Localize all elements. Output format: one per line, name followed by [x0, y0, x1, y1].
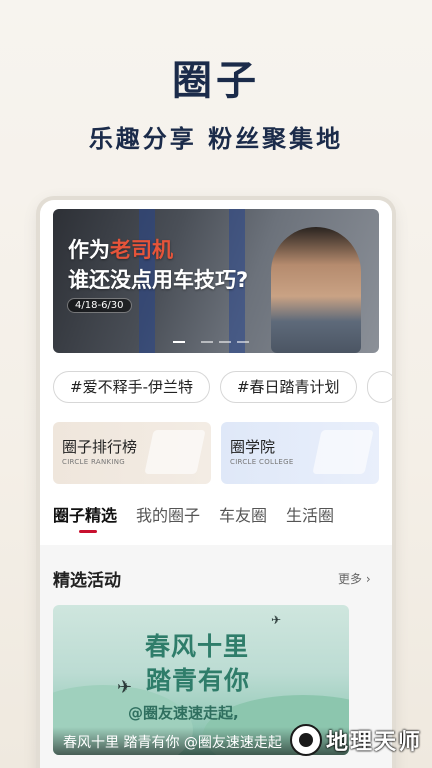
card-subtitle: CIRCLE RANKING — [62, 458, 126, 466]
watermark-logo-icon — [289, 724, 322, 756]
tab-my-circles[interactable]: 我的圈子 — [136, 502, 200, 526]
activity-hashtag: @圈友速速走起, — [128, 704, 239, 722]
bird-icon: ✈ — [271, 613, 282, 627]
tab-life[interactable]: 生活圈 — [286, 502, 334, 526]
app-screen: 作为老司机 谁还没点用车技巧? 4/18-6/30 #爱不释手-伊兰特 #春日踏… — [40, 200, 392, 768]
circle-college-card[interactable]: 圈学院 CIRCLE COLLEGE — [221, 422, 379, 484]
card-subtitle: CIRCLE COLLEGE — [230, 458, 294, 466]
activity-title-line2: 踏青有你 — [146, 666, 251, 695]
promo-title: 圈子 — [172, 58, 260, 104]
banner-date-badge: 4/18-6/30 — [67, 298, 132, 313]
banner-pagination — [173, 341, 249, 343]
banner-headline-prefix: 作为 — [68, 238, 110, 262]
entry-cards: 圈子排行榜 CIRCLE RANKING 圈学院 CIRCLE COLLEGE — [53, 422, 379, 484]
watermark: 地理天师 — [289, 724, 422, 756]
pagination-dot-active[interactable] — [173, 341, 185, 343]
pagination-dot[interactable] — [237, 341, 249, 343]
topic-tag[interactable]: #春日踏青计划 — [219, 371, 357, 403]
banner-headline-line2: 谁还没点用车技巧? — [68, 268, 249, 292]
banner-headline: 作为老司机 谁还没点用车技巧? — [68, 235, 248, 295]
card-title: 圈学院 — [230, 438, 276, 456]
tab-featured[interactable]: 圈子精选 — [53, 502, 117, 533]
promo-subtitle: 乐趣分享 粉丝聚集地 — [88, 125, 344, 153]
bird-icon: ✈ — [117, 677, 133, 698]
banner-person-image — [271, 227, 361, 353]
banner-headline-accent: 老司机 — [110, 238, 173, 262]
activity-title-line1: 春风十里 — [145, 632, 250, 661]
pagination-dot[interactable] — [201, 341, 213, 343]
card-title: 圈子排行榜 — [62, 438, 138, 456]
circle-ranking-card[interactable]: 圈子排行榜 CIRCLE RANKING — [53, 422, 211, 484]
hero-banner[interactable]: 作为老司机 谁还没点用车技巧? 4/18-6/30 — [53, 209, 379, 353]
ranking-illustration — [144, 430, 206, 474]
more-link[interactable]: 更多 › — [338, 570, 371, 587]
pagination-dot[interactable] — [219, 341, 231, 343]
topic-tag-partial[interactable] — [366, 371, 392, 403]
college-illustration — [312, 430, 374, 474]
topic-tag[interactable]: #爱不释手-伊兰特 — [53, 371, 210, 403]
circle-tabs: 圈子精选 我的圈子 车友圈 生活圈 — [53, 502, 334, 533]
watermark-text: 地理天师 — [325, 730, 422, 755]
topic-tags: #爱不释手-伊兰特 #春日踏青计划 — [53, 371, 392, 403]
section-title: 精选活动 — [53, 571, 121, 591]
tab-car-friends[interactable]: 车友圈 — [219, 502, 267, 526]
